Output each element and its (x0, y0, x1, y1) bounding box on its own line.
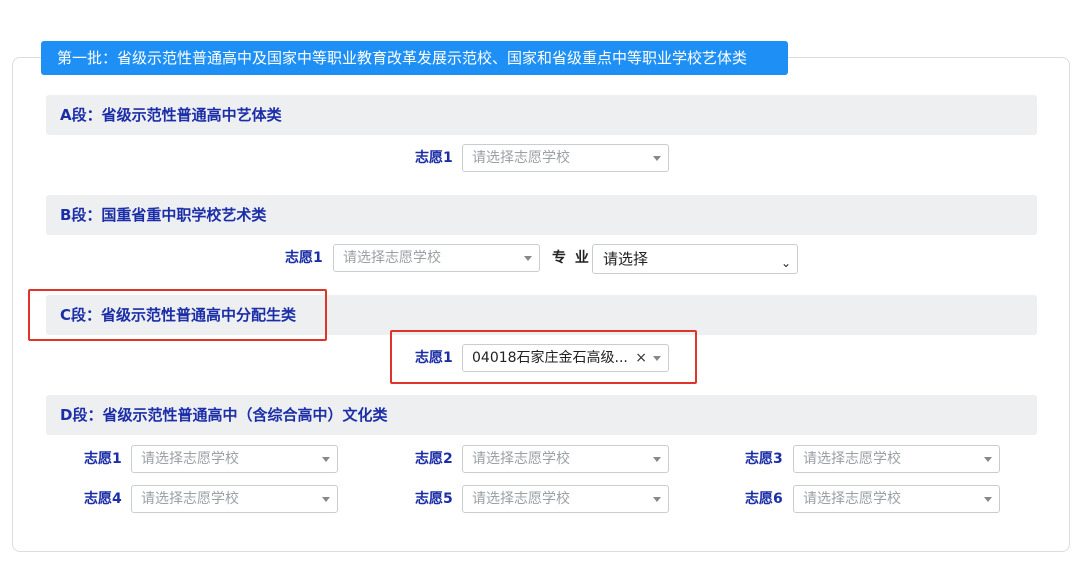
section-d-choice4-select[interactable]: 请选择志愿学校 (131, 485, 338, 513)
section-a-choice1-select[interactable]: 请选择志愿学校 (462, 144, 669, 172)
select-placeholder: 请选择志愿学校 (472, 491, 570, 507)
section-d-choice5-label: 志愿5 (415, 491, 453, 507)
caret-down-icon (984, 497, 992, 502)
section-d-choice3-select[interactable]: 请选择志愿学校 (793, 445, 1000, 473)
batch-title: 第一批：省级示范性普通高中及国家中等职业教育改革发展示范校、国家和省级重点中等职… (41, 41, 788, 75)
select-placeholder: 请选择志愿学校 (472, 150, 570, 166)
caret-down-icon (653, 457, 661, 462)
section-d-choice6-label: 志愿6 (745, 491, 783, 507)
caret-down-icon (524, 256, 532, 261)
select-placeholder: 请选择志愿学校 (141, 451, 239, 467)
select-placeholder: 请选择志愿学校 (343, 250, 441, 266)
caret-down-icon (322, 457, 330, 462)
section-b-header: B段：国重省重中职学校艺术类 (46, 195, 1037, 235)
caret-down-icon (653, 156, 661, 161)
select-placeholder: 请选择志愿学校 (472, 451, 570, 467)
section-a-choice1-label: 志愿1 (415, 150, 453, 166)
section-d-choice1-select[interactable]: 请选择志愿学校 (131, 445, 338, 473)
section-d-choice2-label: 志愿2 (415, 451, 453, 467)
section-b-major-select[interactable]: 请选择 ⌄ (592, 244, 798, 274)
select-placeholder: 请选择志愿学校 (141, 491, 239, 507)
section-d-header: D段：省级示范性普通高中（含综合高中）文化类 (46, 395, 1037, 435)
select-placeholder: 请选择志愿学校 (803, 451, 901, 467)
select-placeholder: 请选择志愿学校 (803, 491, 901, 507)
section-b-choice1-label: 志愿1 (285, 250, 323, 266)
caret-down-icon (984, 457, 992, 462)
caret-down-icon (653, 497, 661, 502)
caret-down-icon (322, 497, 330, 502)
highlight-box-c-header (28, 289, 327, 341)
section-d-choice4-label: 志愿4 (84, 491, 122, 507)
section-d-choice6-select[interactable]: 请选择志愿学校 (793, 485, 1000, 513)
section-b-major-label: 专 业 (552, 250, 591, 266)
major-select-value: 请选择 (603, 250, 649, 268)
section-a-header: A段：省级示范性普通高中艺体类 (46, 95, 1037, 135)
section-d-choice5-select[interactable]: 请选择志愿学校 (462, 485, 669, 513)
section-d-choice3-label: 志愿3 (745, 451, 783, 467)
chevron-down-icon: ⌄ (780, 256, 791, 270)
highlight-box-c-choice (390, 330, 697, 384)
section-b-choice1-select[interactable]: 请选择志愿学校 (333, 244, 540, 272)
section-d-choice2-select[interactable]: 请选择志愿学校 (462, 445, 669, 473)
section-d-choice1-label: 志愿1 (84, 451, 122, 467)
